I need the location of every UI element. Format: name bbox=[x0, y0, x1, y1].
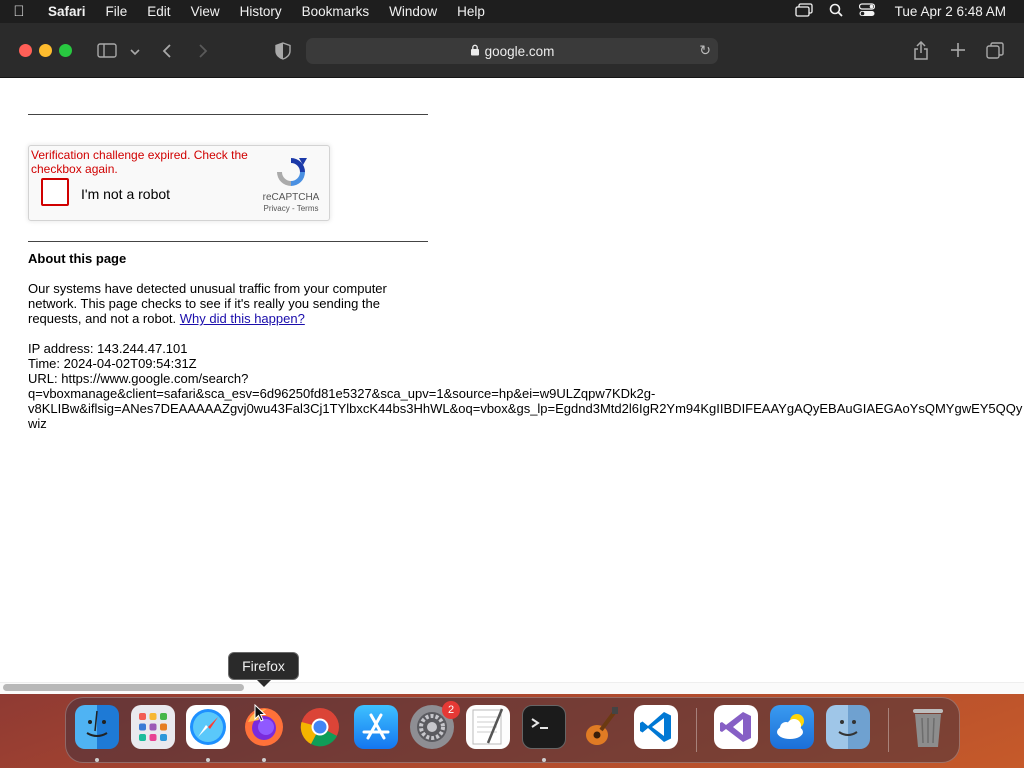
recaptcha-brand: reCAPTCHA bbox=[262, 192, 320, 203]
menu-bookmarks[interactable]: Bookmarks bbox=[292, 0, 380, 23]
chrome-icon[interactable] bbox=[298, 705, 342, 749]
visual-studio-icon[interactable] bbox=[714, 705, 758, 749]
address-text: google.com bbox=[484, 43, 555, 59]
screen-mirroring-icon[interactable] bbox=[795, 3, 813, 20]
recaptcha-checkbox[interactable] bbox=[41, 178, 69, 206]
dock-separator-1 bbox=[696, 708, 697, 752]
safari-icon[interactable] bbox=[186, 705, 230, 749]
dock: 2 bbox=[65, 697, 960, 763]
finder-icon[interactable] bbox=[75, 705, 119, 749]
recaptcha-widget: Verification challenge expired. Check th… bbox=[28, 145, 330, 221]
app-store-icon[interactable] bbox=[354, 705, 398, 749]
reload-icon[interactable]: ↻ bbox=[699, 42, 711, 59]
menu-view[interactable]: View bbox=[181, 0, 230, 23]
safari-running-indicator bbox=[206, 758, 210, 762]
menu-help[interactable]: Help bbox=[447, 0, 495, 23]
share-icon[interactable] bbox=[913, 40, 929, 64]
recaptcha-privacy-terms[interactable]: Privacy - Terms bbox=[255, 204, 327, 213]
back-button-icon[interactable] bbox=[162, 43, 172, 63]
dock-tooltip: Firefox bbox=[228, 652, 299, 687]
address-bar[interactable]: google.com ↻ bbox=[306, 38, 718, 64]
request-info: IP address: 143.244.47.101 Time: 2024-04… bbox=[28, 341, 1022, 431]
spotlight-search-icon[interactable] bbox=[829, 3, 843, 20]
menu-file[interactable]: File bbox=[96, 0, 138, 23]
tab-overview-icon[interactable] bbox=[986, 42, 1004, 63]
zoom-window-button[interactable] bbox=[59, 44, 72, 57]
forward-button-icon[interactable] bbox=[198, 43, 208, 63]
ip-address: IP address: 143.244.47.101 bbox=[28, 341, 188, 356]
vscode-icon[interactable] bbox=[634, 705, 678, 749]
divider-bottom bbox=[28, 241, 428, 242]
recaptcha-label: I'm not a robot bbox=[81, 186, 171, 202]
apple-logo-icon[interactable]:  bbox=[0, 3, 38, 20]
why-link[interactable]: Why did this happen? bbox=[180, 311, 305, 326]
recaptcha-logo-icon bbox=[273, 154, 309, 190]
textedit-icon[interactable] bbox=[466, 705, 510, 749]
finder-folder-icon[interactable] bbox=[826, 705, 870, 749]
menu-app-name[interactable]: Safari bbox=[38, 0, 96, 23]
chevron-down-icon[interactable] bbox=[130, 44, 140, 60]
lock-icon bbox=[470, 44, 480, 59]
new-tab-icon[interactable] bbox=[950, 42, 966, 62]
request-time: Time: 2024-04-02T09:54:31Z bbox=[28, 356, 197, 371]
terminal-icon[interactable] bbox=[522, 705, 566, 749]
safari-toolbar: google.com ↻ bbox=[0, 23, 1024, 78]
web-page: Verification challenge expired. Check th… bbox=[0, 78, 1024, 694]
menu-history[interactable]: History bbox=[230, 0, 292, 23]
privacy-shield-icon[interactable] bbox=[275, 42, 291, 64]
menu-bar:  Safari File Edit View History Bookmark… bbox=[0, 0, 1024, 23]
divider-top bbox=[28, 114, 428, 115]
recaptcha-error: Verification challenge expired. Check th… bbox=[31, 148, 248, 176]
menu-edit[interactable]: Edit bbox=[137, 0, 180, 23]
scrollbar-thumb[interactable] bbox=[3, 684, 244, 691]
minimize-window-button[interactable] bbox=[39, 44, 52, 57]
terminal-running-indicator bbox=[542, 758, 546, 762]
garageband-icon[interactable] bbox=[578, 705, 622, 749]
menu-window[interactable]: Window bbox=[379, 0, 447, 23]
request-url-3: v8KLIBw&iflsig=ANes7DEAAAAAZgvj0wu43Fal3… bbox=[28, 401, 1023, 416]
firefox-running-indicator bbox=[262, 758, 266, 762]
settings-badge: 2 bbox=[442, 701, 460, 719]
request-url-4: wiz bbox=[28, 416, 47, 431]
horizontal-scrollbar[interactable] bbox=[0, 682, 1024, 694]
about-paragraph: Our systems have detected unusual traffi… bbox=[28, 281, 408, 326]
settings-icon[interactable]: 2 bbox=[410, 701, 460, 749]
menu-clock[interactable]: Tue Apr 2 6:48 AM bbox=[895, 4, 1006, 19]
dock-separator-2 bbox=[888, 708, 889, 752]
weather-icon[interactable] bbox=[770, 705, 814, 749]
close-window-button[interactable] bbox=[19, 44, 32, 57]
trash-icon[interactable] bbox=[906, 705, 950, 749]
finder-running-indicator bbox=[95, 758, 99, 762]
launchpad-icon[interactable] bbox=[131, 705, 175, 749]
about-title: About this page bbox=[28, 251, 127, 266]
control-center-icon[interactable] bbox=[858, 3, 875, 20]
mouse-pointer-icon bbox=[254, 703, 267, 727]
request-url-1: URL: https://www.google.com/search? bbox=[28, 371, 249, 386]
sidebar-toggle-icon[interactable] bbox=[97, 43, 117, 62]
request-url-2: q=vboxmanage&client=safari&sca_esv=6d962… bbox=[28, 386, 656, 401]
